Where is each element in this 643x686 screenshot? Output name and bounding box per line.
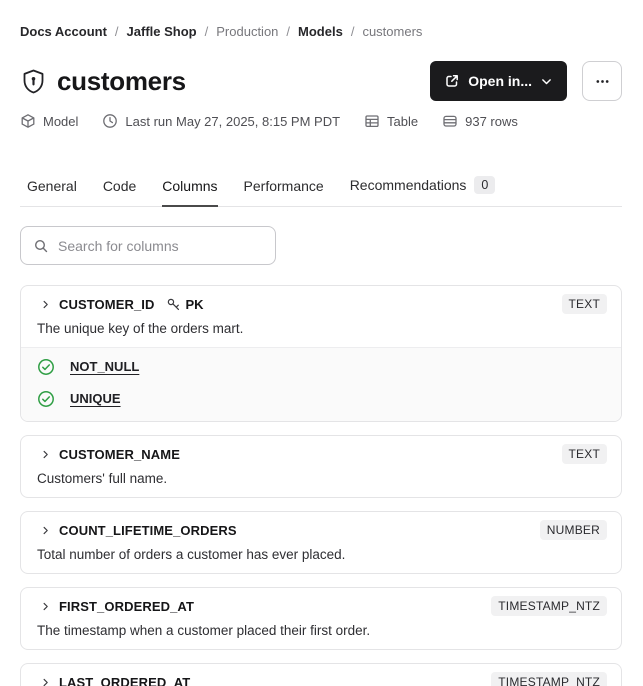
key-icon bbox=[166, 297, 181, 312]
column-description: The timestamp when a customer placed the… bbox=[37, 623, 371, 638]
primary-key-indicator: PK bbox=[166, 296, 204, 312]
column-tests: NOT_NULL UNIQUE bbox=[21, 347, 621, 421]
column-card-last-ordered-at: LAST_ORDERED_AT TIMESTAMP_NTZ The timest… bbox=[20, 663, 622, 686]
column-type-badge: TIMESTAMP_NTZ bbox=[491, 596, 607, 616]
meta-row-count: 937 rows bbox=[442, 113, 518, 129]
tab-performance[interactable]: Performance bbox=[244, 178, 324, 207]
column-type-badge: TEXT bbox=[561, 294, 607, 314]
clock-icon bbox=[102, 113, 118, 129]
tab-recommendations[interactable]: Recommendations 0 bbox=[350, 176, 496, 207]
breadcrumb-item-project[interactable]: Jaffle Shop bbox=[127, 24, 197, 40]
column-name: COUNT_LIFETIME_ORDERS bbox=[59, 522, 237, 538]
recommendations-count-badge: 0 bbox=[474, 176, 496, 194]
test-link-not-null[interactable]: NOT_NULL bbox=[70, 359, 139, 374]
tab-bar: General Code Columns Performance Recomme… bbox=[20, 176, 622, 207]
column-card-count-lifetime-orders: COUNT_LIFETIME_ORDERS NUMBER Total numbe… bbox=[20, 511, 622, 574]
chevron-right-icon[interactable] bbox=[40, 601, 51, 612]
column-description: Total number of orders a customer has ev… bbox=[37, 547, 346, 562]
meta-label: 937 rows bbox=[465, 113, 518, 129]
meta-label: Table bbox=[387, 113, 419, 129]
breadcrumb-separator: / bbox=[114, 24, 119, 39]
column-type-badge: TEXT bbox=[561, 444, 607, 464]
magnifier-icon bbox=[33, 238, 49, 254]
meta-materialization: Table bbox=[364, 113, 418, 129]
tab-columns[interactable]: Columns bbox=[162, 178, 218, 207]
chevron-right-icon[interactable] bbox=[40, 299, 51, 310]
open-in-button[interactable]: Open in... bbox=[430, 61, 567, 101]
breadcrumb-separator: / bbox=[204, 24, 209, 39]
meta-last-run: Last run May 27, 2025, 8:15 PM PDT bbox=[102, 113, 340, 129]
tab-label: Recommendations bbox=[349, 177, 467, 193]
column-type-badge: TIMESTAMP_NTZ bbox=[491, 672, 607, 686]
breadcrumb-separator: / bbox=[350, 24, 355, 39]
meta-label: Last run May 27, 2025, 8:15 PM PDT bbox=[125, 113, 341, 129]
meta-resource-type: Model bbox=[20, 113, 78, 129]
breadcrumb: Docs Account / Jaffle Shop / Production … bbox=[20, 24, 622, 40]
check-circle-icon bbox=[37, 390, 55, 408]
table-grid-icon bbox=[364, 113, 380, 129]
column-card-customer-id: CUSTOMER_ID PK TEXT The unique key of th… bbox=[20, 285, 622, 422]
tab-label: General bbox=[27, 178, 77, 194]
metadata-row: Model Last run May 27, 2025, 8:15 PM PDT… bbox=[20, 113, 622, 129]
search-box[interactable] bbox=[20, 226, 276, 265]
tab-code[interactable]: Code bbox=[103, 178, 136, 207]
column-name: CUSTOMER_ID bbox=[59, 296, 155, 312]
search-input[interactable] bbox=[58, 237, 263, 254]
column-name: LAST_ORDERED_AT bbox=[59, 674, 191, 686]
column-type-badge: NUMBER bbox=[539, 520, 607, 540]
column-name: FIRST_ORDERED_AT bbox=[59, 598, 194, 614]
column-description: The unique key of the orders mart. bbox=[37, 321, 244, 336]
column-name: CUSTOMER_NAME bbox=[59, 446, 180, 462]
pk-label: PK bbox=[185, 296, 204, 312]
tab-label: Code bbox=[102, 178, 137, 194]
breadcrumb-separator: / bbox=[286, 24, 291, 39]
column-card-first-ordered-at: FIRST_ORDERED_AT TIMESTAMP_NTZ The times… bbox=[20, 587, 622, 650]
chevron-right-icon[interactable] bbox=[40, 525, 51, 536]
test-row: UNIQUE bbox=[37, 389, 605, 408]
tab-label: Columns bbox=[162, 178, 218, 194]
check-circle-icon bbox=[37, 358, 55, 376]
breadcrumb-item-account[interactable]: Docs Account bbox=[20, 24, 107, 40]
test-row: NOT_NULL bbox=[37, 357, 605, 376]
column-card-customer-name: CUSTOMER_NAME TEXT Customers' full name. bbox=[20, 435, 622, 498]
model-detail-page: Docs Account / Jaffle Shop / Production … bbox=[0, 0, 643, 686]
tab-label: Performance bbox=[243, 178, 324, 194]
chevron-right-icon[interactable] bbox=[40, 677, 51, 686]
breadcrumb-item-current: customers bbox=[362, 24, 423, 39]
external-link-icon bbox=[444, 73, 460, 89]
chevron-down-icon bbox=[540, 75, 553, 88]
chevron-right-icon[interactable] bbox=[40, 449, 51, 460]
open-in-label: Open in... bbox=[468, 73, 532, 89]
breadcrumb-item-models[interactable]: Models bbox=[298, 24, 343, 40]
ellipsis-icon bbox=[594, 73, 611, 90]
page-title: customers bbox=[57, 65, 186, 96]
column-description: Customers' full name. bbox=[37, 471, 168, 486]
page-header: customers Open in... bbox=[20, 59, 622, 103]
test-link-unique[interactable]: UNIQUE bbox=[70, 391, 121, 406]
column-list: CUSTOMER_ID PK TEXT The unique key of th… bbox=[20, 285, 622, 686]
breadcrumb-item-environment[interactable]: Production bbox=[216, 24, 278, 40]
tab-general[interactable]: General bbox=[27, 178, 77, 207]
database-rows-icon bbox=[442, 113, 458, 129]
cube-model-icon bbox=[20, 113, 36, 129]
shield-lock-icon bbox=[20, 67, 47, 96]
more-options-button[interactable] bbox=[582, 61, 622, 101]
meta-label: Model bbox=[43, 113, 79, 129]
